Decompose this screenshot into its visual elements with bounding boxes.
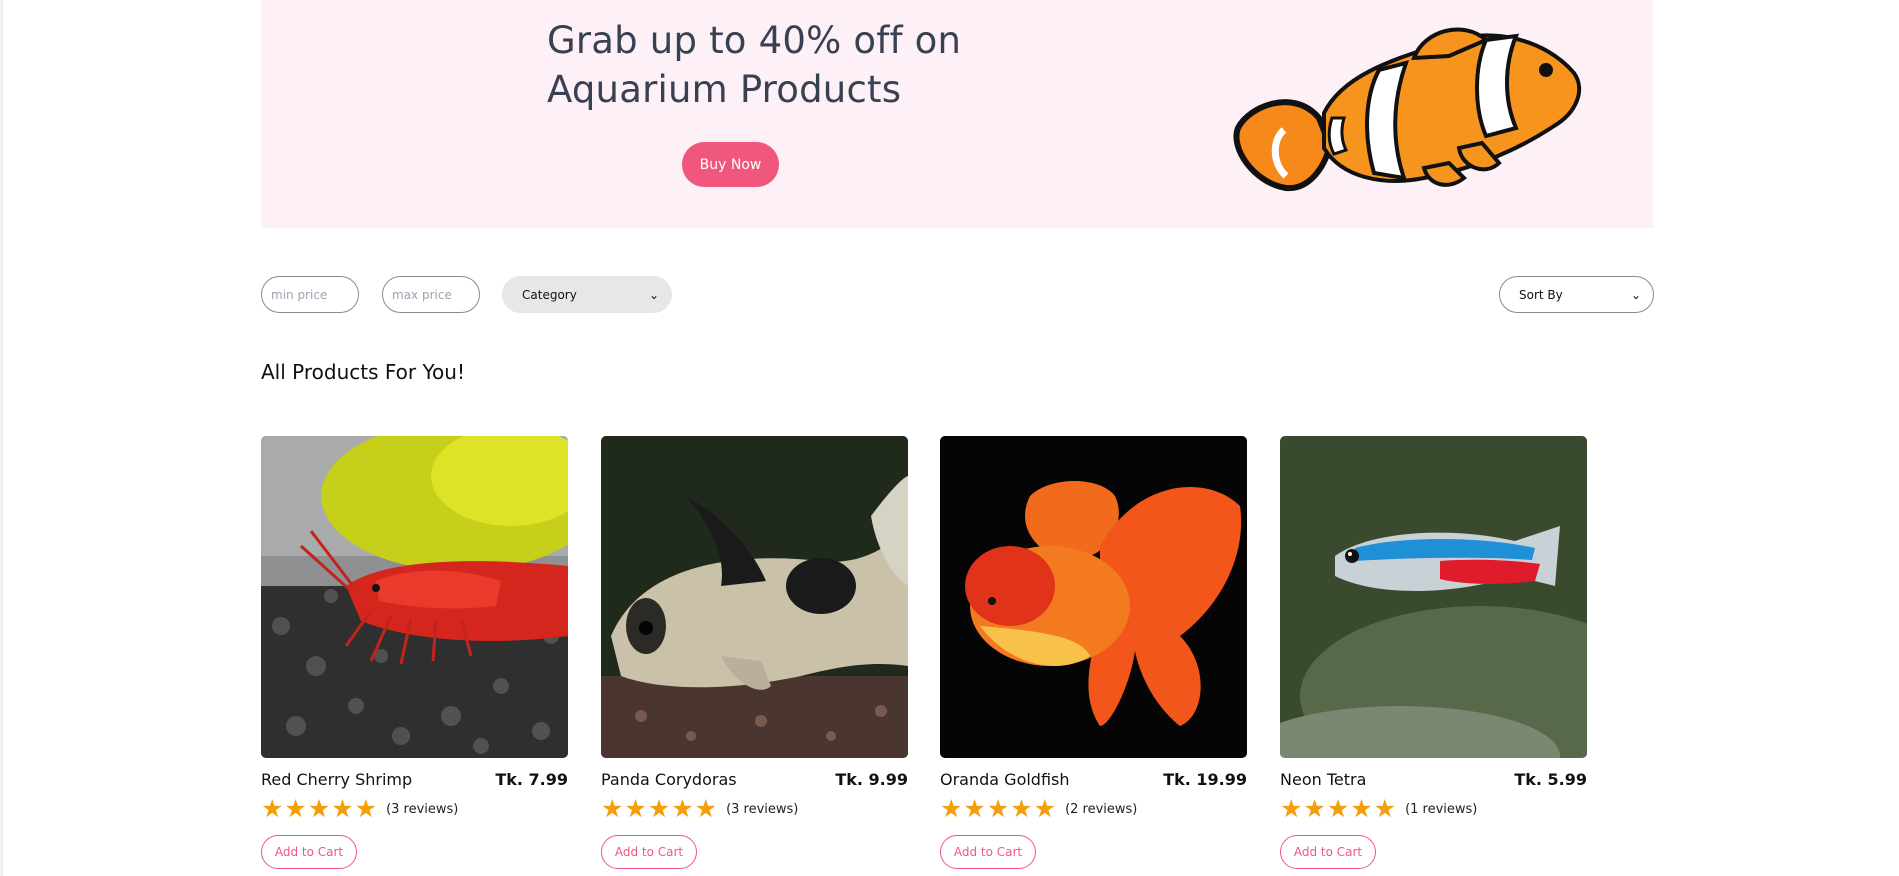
product-price: Tk. 7.99 — [495, 770, 568, 789]
buy-now-button[interactable]: Buy Now — [682, 142, 779, 187]
review-count: (3 reviews) — [386, 801, 459, 817]
promo-headline: Grab up to 40% off on Aquarium Products — [547, 16, 1067, 114]
product-name[interactable]: Oranda Goldfish — [940, 770, 1070, 789]
add-to-cart-button[interactable]: Add to Cart — [940, 835, 1036, 869]
star-icon: ★★★★★ — [601, 794, 719, 823]
star-icon: ★★★★★ — [940, 794, 1058, 823]
max-price-input[interactable] — [382, 276, 480, 313]
category-select[interactable]: Category ⌄ — [502, 276, 672, 313]
product-image[interactable] — [940, 436, 1247, 758]
product-rating: ★★★★★ (3 reviews) — [261, 794, 568, 823]
product-price: Tk. 5.99 — [1514, 770, 1587, 789]
product-name[interactable]: Panda Corydoras — [601, 770, 737, 789]
product-image[interactable] — [601, 436, 908, 758]
review-count: (2 reviews) — [1065, 801, 1138, 817]
product-rating: ★★★★★ (3 reviews) — [601, 794, 908, 823]
product-card: Red Cherry Shrimp Tk. 7.99 ★★★★★ (3 revi… — [261, 436, 568, 869]
product-name[interactable]: Neon Tetra — [1280, 770, 1366, 789]
min-price-input[interactable] — [261, 276, 359, 313]
add-to-cart-button[interactable]: Add to Cart — [601, 835, 697, 869]
sort-by-select-value: Sort By — [1519, 287, 1563, 302]
star-icon: ★★★★★ — [261, 794, 379, 823]
promo-headline-line1: Grab up to 40% off on — [547, 19, 962, 62]
product-price: Tk. 19.99 — [1163, 770, 1247, 789]
review-count: (3 reviews) — [726, 801, 799, 817]
product-rating: ★★★★★ (2 reviews) — [940, 794, 1247, 823]
promo-headline-line2: Aquarium Products — [547, 68, 902, 111]
add-to-cart-button[interactable]: Add to Cart — [1280, 835, 1376, 869]
review-count: (1 reviews) — [1405, 801, 1478, 817]
product-image[interactable] — [1280, 436, 1587, 758]
category-select-value: Category — [522, 287, 577, 302]
product-card: Panda Corydoras Tk. 9.99 ★★★★★ (3 review… — [601, 436, 908, 869]
clownfish-image — [1233, 27, 1582, 192]
add-to-cart-button[interactable]: Add to Cart — [261, 835, 357, 869]
products-section-title: All Products For You! — [261, 360, 465, 384]
promo-banner: Grab up to 40% off on Aquarium Products … — [261, 0, 1653, 228]
page-left-border — [0, 0, 3, 876]
sort-by-select[interactable]: Sort By ⌄ — [1499, 276, 1654, 313]
product-image[interactable] — [261, 436, 568, 758]
star-icon: ★★★★★ — [1280, 794, 1398, 823]
product-name[interactable]: Red Cherry Shrimp — [261, 770, 412, 789]
product-card: Neon Tetra Tk. 5.99 ★★★★★ (1 reviews) Ad… — [1280, 436, 1587, 869]
product-card: Oranda Goldfish Tk. 19.99 ★★★★★ (2 revie… — [940, 436, 1247, 869]
chevron-down-icon: ⌄ — [1630, 287, 1641, 302]
product-rating: ★★★★★ (1 reviews) — [1280, 794, 1587, 823]
chevron-down-icon: ⌄ — [648, 287, 659, 302]
product-price: Tk. 9.99 — [835, 770, 908, 789]
